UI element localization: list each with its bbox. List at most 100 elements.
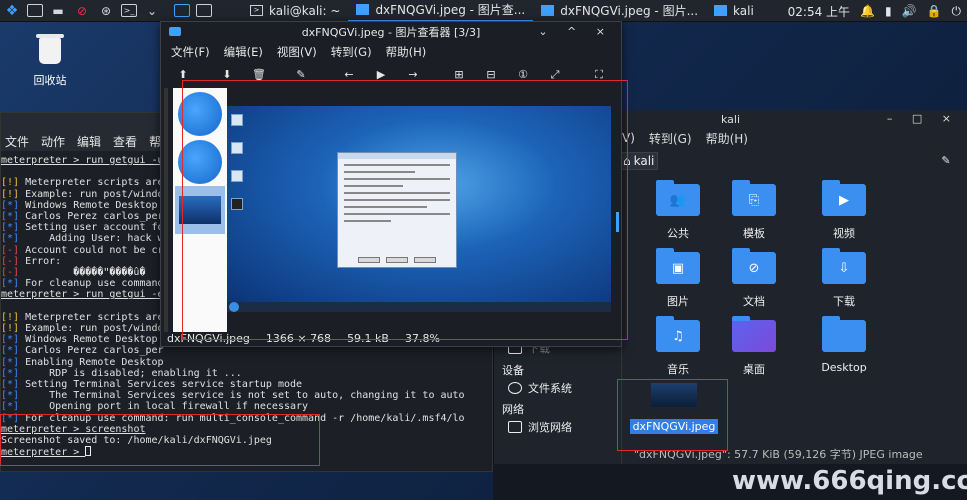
folder-5[interactable]: ⊘ 文档 [719, 248, 789, 309]
watermark: www.666qing.com [732, 466, 967, 496]
edit-path-icon[interactable]: ✎ [938, 154, 954, 168]
folder-7[interactable]: ♫ 音乐 [643, 316, 713, 377]
image-task-icon [356, 4, 370, 15]
thumbnail-2[interactable] [175, 138, 225, 186]
thumbnail-1[interactable] [175, 90, 225, 138]
clock[interactable]: 02:54 上午 [788, 3, 850, 20]
upload-icon[interactable]: ⬆ [175, 68, 191, 82]
menu-help[interactable]: 帮助(H) [386, 44, 427, 60]
show-desktop-icon[interactable] [27, 4, 43, 17]
battery-icon[interactable]: ▮ [885, 4, 892, 18]
terminal-line: [*] Enabling Remote Desktop [1, 357, 492, 368]
play-icon[interactable]: ▶ [373, 68, 389, 82]
zoom-fit-icon[interactable]: ⤢ [547, 68, 563, 82]
line-text: Carlos Perez carlos_per [19, 345, 164, 357]
settings-icon[interactable]: ⊛ [97, 3, 115, 19]
kali-menu-icon[interactable]: ❖ [3, 3, 21, 19]
lock-icon[interactable]: 🔒 [927, 4, 942, 18]
sidebar-item-filesystem[interactable]: 文件系统 [508, 380, 572, 396]
file-manager-icon[interactable]: ▬ [49, 3, 67, 19]
selected-file[interactable]: dxFNQGVi.jpeg [628, 382, 720, 434]
menu-edit[interactable]: 编辑(E) [224, 44, 263, 60]
line-text: Example: run post/windo [19, 188, 164, 200]
task-image-viewer-2[interactable]: dxFNQGVi.jpeg - 图片... [533, 0, 706, 22]
notification-bell-icon[interactable]: 🔔 [860, 4, 875, 18]
image-scroll-indicator[interactable] [616, 212, 619, 232]
sidebar-label: 浏览网络 [528, 421, 572, 434]
terminal-line: [*] Opening port in local firewall if ne… [1, 401, 492, 412]
workspace-1-icon[interactable] [174, 4, 190, 17]
zoom-100-icon[interactable]: ① [515, 68, 531, 82]
window-controls[interactable]: ⌄ ^ × [538, 25, 613, 38]
line-text: Opening port in local firewall if necess… [19, 401, 309, 413]
win7-taskbar-image [227, 302, 611, 312]
zoom-in-icon[interactable]: ⊞ [451, 68, 467, 82]
iv-toolbar: ⬆ ⬇ 🗑 ✎ ← ▶ → ⊞ ⊟ ① ⤢ ⛶ [161, 62, 621, 88]
chevron-down-icon[interactable]: ⌄ [143, 3, 161, 19]
menu-help[interactable]: 帮助(H) [706, 130, 748, 147]
desktop-trash[interactable]: 回收站 [26, 34, 74, 88]
workspace-2-icon[interactable] [196, 4, 212, 17]
folder-icon: ▶ [822, 180, 866, 216]
iv-titlebar[interactable]: dxFNQGVi.jpeg - 图片查看器 [3/3] ⌄ ^ × [161, 22, 621, 42]
status-dimensions: 1366 × 768 [265, 332, 332, 345]
thumbnail-3-selected[interactable] [175, 186, 225, 234]
browser-icon[interactable]: ⊘ [73, 3, 91, 19]
menu-go[interactable]: 转到(G) [649, 130, 692, 147]
zoom-out-icon[interactable]: ⊟ [483, 68, 499, 82]
folder-2[interactable]: ⎘ 模板 [719, 180, 789, 241]
next-arrow-icon[interactable]: → [405, 68, 421, 82]
sidebar-item-browse-network[interactable]: 浏览网络 [508, 419, 572, 435]
line-text: �����ʺ����û� [19, 267, 146, 279]
menu-action[interactable]: 动作 [41, 133, 65, 150]
line-prefix: [!] [1, 323, 20, 335]
edit-icon[interactable]: ✎ [293, 68, 309, 82]
terminal-cursor [85, 446, 92, 457]
menu-go[interactable]: 转到(G) [331, 44, 372, 60]
menu-file[interactable]: 文件(F) [171, 44, 210, 60]
task-image-viewer-1[interactable]: dxFNQGVi.jpeg - 图片查... [348, 0, 534, 22]
desktop-icon [231, 170, 243, 182]
menu-view[interactable]: V) [622, 131, 635, 145]
line-text: Account could not be cr [19, 244, 164, 256]
menu-view[interactable]: 查看 [113, 133, 137, 150]
delete-icon[interactable]: 🗑 [251, 68, 267, 82]
menu-file[interactable]: 文件 [5, 133, 29, 150]
line-text: Screenshot saved to: /home/kali/dxFNQGVi… [1, 435, 272, 447]
folder-name: 音乐 [667, 363, 689, 376]
image-canvas[interactable] [227, 106, 611, 312]
folder-9[interactable]: Desktop [809, 316, 879, 374]
folder-icon: ⊘ [732, 248, 776, 284]
prev-arrow-icon[interactable]: ← [341, 68, 357, 82]
task-terminal[interactable]: > kali@kali: ~ [242, 0, 348, 22]
save-icon[interactable]: ⬇ [219, 68, 235, 82]
folder-8[interactable]: 桌面 [719, 316, 789, 377]
line-prefix: [*] [1, 211, 20, 222]
menu-view[interactable]: 视图(V) [277, 44, 317, 60]
fullscreen-icon[interactable]: ⛶ [591, 68, 607, 82]
path-button[interactable]: ⌂ kali [618, 152, 658, 170]
terminal-icon[interactable]: >_ [121, 4, 137, 17]
window-controls[interactable]: – □ × [887, 112, 959, 125]
folder-icon: ⇩ [822, 248, 866, 284]
line-prefix: [*] [1, 199, 20, 211]
menu-edit[interactable]: 编辑 [77, 133, 101, 150]
folder-4[interactable]: ▣ 图片 [643, 248, 713, 309]
home-icon: ⌂ [623, 154, 631, 168]
power-icon[interactable]: ⏻ [952, 4, 962, 19]
status-size: 59.1 kB [347, 332, 389, 345]
taskbar: ❖ ▬ ⊘ ⊛ >_ ⌄ > kali@kali: ~ dxFNQGVi.jpeg… [0, 0, 967, 22]
folder-1[interactable]: 👥 公共 [643, 180, 713, 241]
line-prefix: [*] [1, 412, 20, 424]
iv-statusbar: dxFNQGVi.jpeg 1366 × 768 59.1 kB 37.8% [167, 332, 440, 345]
volume-icon[interactable]: 🔊 [902, 4, 917, 18]
file-name[interactable]: dxFNQGVi.jpeg [629, 419, 719, 434]
task-file-manager[interactable]: kali [706, 0, 762, 22]
status-zoom: 37.8% [404, 332, 440, 345]
image-viewer-window[interactable]: dxFNQGVi.jpeg - 图片查看器 [3/3] ⌄ ^ × 文件(F) … [160, 21, 622, 347]
folder-6[interactable]: ⇩ 下载 [809, 248, 879, 309]
folder-3[interactable]: ▶ 视频 [809, 180, 879, 241]
trash-icon [36, 34, 64, 64]
thumb-scrollbar[interactable] [164, 88, 168, 332]
folder-name: 图片 [667, 295, 689, 308]
